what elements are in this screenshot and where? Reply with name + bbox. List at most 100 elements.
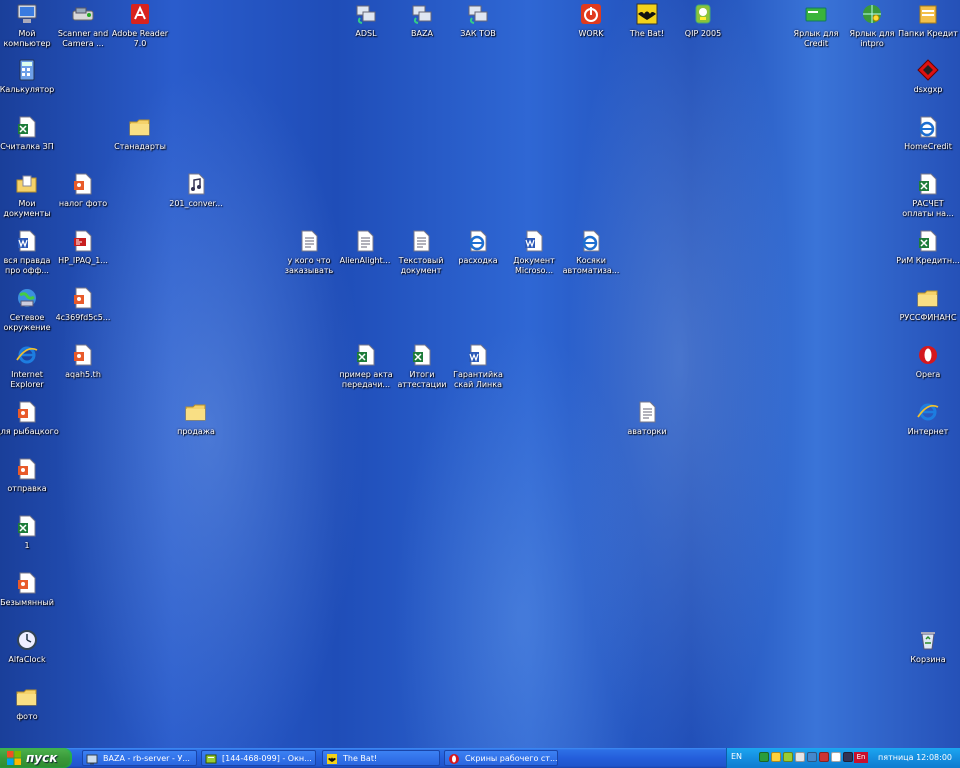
desktop-icon[interactable]: aqah5.th (51, 343, 115, 380)
antivirus-icon[interactable] (759, 752, 769, 762)
network-icon[interactable] (771, 752, 781, 762)
desktop-icon[interactable]: 201_conver... (164, 172, 228, 209)
desktop-icon[interactable]: HP_IPAQ_1... (51, 229, 115, 266)
desktop-icon-label: 201_conver... (169, 199, 223, 208)
qip-icon (695, 4, 711, 24)
desktop-icon[interactable]: РАСЧЕТ оплаты на... (896, 172, 960, 218)
desktop-icon[interactable]: Интернет (896, 400, 960, 437)
desktop-icon-label: расходка (458, 256, 498, 265)
desktop-icon[interactable]: расходка (446, 229, 510, 266)
desktop-icon[interactable]: для рыбацкого (0, 400, 59, 437)
desktop-icon-label: 1 (24, 541, 30, 550)
speaker-icon[interactable] (795, 752, 805, 762)
desktop-icon[interactable]: Безымянный (0, 571, 59, 608)
taskbar-button[interactable]: Скрины рабочего ст... (444, 750, 558, 766)
excel-doc-icon (357, 344, 375, 366)
update-icon[interactable] (819, 752, 829, 762)
desktop-icon[interactable]: Считалка ЗП (0, 115, 59, 152)
image-doc-icon (74, 287, 92, 309)
language-indicator[interactable]: EN (731, 752, 742, 761)
desktop-icon[interactable]: Текстовый документ (389, 229, 453, 275)
desktop-icon[interactable]: РУССФИНАНС (896, 286, 960, 323)
desktop-icon[interactable]: аваторки (615, 400, 679, 437)
desktop-icon[interactable]: налог фото (51, 172, 115, 209)
remote-desktop-icon (86, 754, 98, 765)
desktop-icon[interactable]: Итоги аттестации (390, 343, 454, 389)
text-doc-icon (639, 401, 656, 423)
monitor-icon[interactable] (831, 752, 841, 762)
taskbar: пуск BAZA - rb-server - У... [144-468-099… (0, 748, 960, 768)
desktop-icon[interactable]: Гарантийка скай Линка (446, 343, 510, 389)
desktop-icon[interactable]: Станадарты (108, 115, 172, 152)
taskbar-button[interactable]: BAZA - rb-server - У... (82, 750, 197, 766)
desktop-icon[interactable]: QIP 2005 (671, 2, 735, 39)
desktop-icon[interactable]: Adobe Reader 7.0 (108, 2, 172, 48)
desktop-icon-label: у кого что заказывать (284, 256, 334, 275)
desktop-icon[interactable]: AlienAlight... (333, 229, 397, 266)
desktop-icon[interactable]: 4c369fd5c5... (51, 286, 115, 323)
excel-doc-icon (919, 230, 937, 252)
desktop-icon[interactable]: BAZA (390, 2, 454, 39)
clock[interactable]: пятница 12:08:00 (878, 753, 952, 762)
pdf-icon (74, 230, 92, 252)
desktop-icon[interactable]: HomeCredit (896, 115, 960, 152)
desktop-icon[interactable]: Корзина (896, 628, 960, 665)
desktop-icon[interactable]: The Bat! (615, 2, 679, 39)
desktop-icon-label: РУССФИНАНС (899, 313, 957, 322)
ie-doc-icon (919, 116, 937, 138)
text-doc-icon (301, 230, 318, 252)
desktop-icon[interactable]: Косяки автоматиза... (559, 229, 623, 275)
mp3-icon (188, 173, 205, 195)
desktop-icon-label: РиМ Кредитн... (896, 256, 960, 265)
desktop-icon[interactable]: Папки Кредит (896, 2, 960, 39)
desktop-icon[interactable]: dsxgxp (896, 58, 960, 95)
taskbar-button[interactable]: [144-468-099] - Окн... (201, 750, 316, 766)
keyboard-layout-badge[interactable]: En (854, 752, 868, 763)
desktop-icon[interactable]: Калькулятор (0, 58, 59, 95)
desktop-icon-label: для рыбацкого (0, 427, 59, 436)
desktop-icon[interactable]: Ярлык для Credit (784, 2, 848, 48)
desktop-icon-label: фото (16, 712, 38, 721)
start-button[interactable]: пуск (0, 748, 72, 768)
desktop-icon-label: Корзина (910, 655, 946, 664)
desktop-icon[interactable]: ADSL (334, 2, 398, 39)
opera-icon (449, 754, 459, 764)
the-bat-icon (327, 754, 337, 764)
tools-icon[interactable] (807, 752, 817, 762)
qip-tray-icon[interactable] (783, 752, 793, 762)
taskbar-button[interactable]: The Bat! (322, 750, 440, 766)
network-places-icon (18, 289, 36, 307)
taskbar-button-label: BAZA - rb-server - У... (103, 754, 190, 763)
my-computer-icon (17, 4, 37, 23)
ie-doc-icon (582, 230, 600, 252)
desktop-icon[interactable]: ЗАК ТОВ (446, 2, 510, 39)
desktop-icon-label: Ярлык для Credit (793, 29, 839, 48)
desktop-icon[interactable]: Документ Microso... (502, 229, 566, 275)
my-documents-icon (16, 175, 37, 193)
desktop-icon[interactable]: у кого что заказывать (277, 229, 341, 275)
adobe-reader-icon (131, 4, 149, 24)
keyboard-icon[interactable] (843, 752, 853, 762)
ie-doc-icon (469, 230, 487, 252)
internet-explorer-icon (917, 403, 939, 421)
desktop-icon[interactable]: фото (0, 685, 59, 722)
desktop-icon-label: dsxgxp (913, 85, 943, 94)
desktop-icon-label: Ярлык для intpro (849, 29, 895, 48)
desktop-icon-label: Opera (915, 370, 941, 379)
desktop-icon[interactable]: отправка (0, 457, 59, 494)
folder-stack-icon (919, 5, 937, 24)
desktop-icon[interactable]: Opera (896, 343, 960, 380)
image-doc-icon (18, 401, 36, 423)
desktop-icon[interactable]: пример акта передачи... (334, 343, 398, 389)
image-doc-icon (18, 458, 36, 480)
desktop-icon[interactable]: Scanner and Camera ... (51, 2, 115, 48)
desktop[interactable]: Мой компьютер Scanner and Camera ... Adobe… (0, 0, 960, 748)
recycle-bin-icon (921, 632, 935, 650)
desktop-icon[interactable]: WORK (559, 2, 623, 39)
image-doc-icon (18, 572, 36, 594)
desktop-icon[interactable]: 1 (0, 514, 59, 551)
desktop-icon[interactable]: продажа (164, 400, 228, 437)
desktop-icon[interactable]: AlfaClock (0, 628, 59, 665)
desktop-icon[interactable]: Ярлык для intpro (840, 2, 904, 48)
desktop-icon[interactable]: РиМ Кредитн... (896, 229, 960, 266)
